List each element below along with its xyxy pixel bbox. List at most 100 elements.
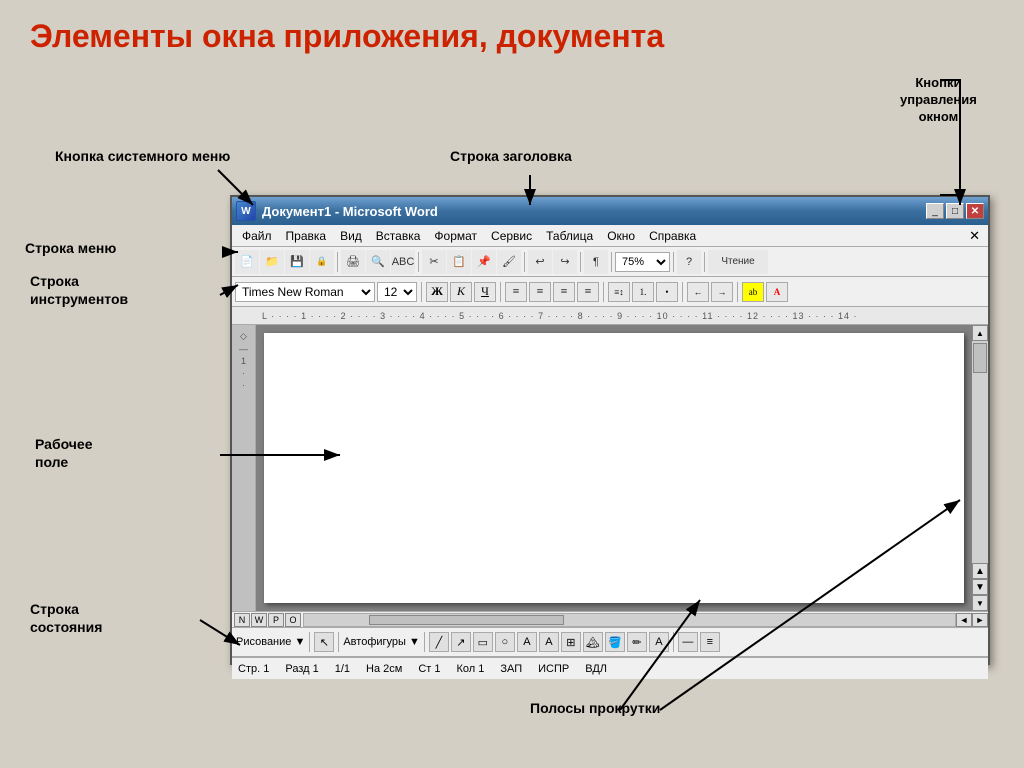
outline-view-btn[interactable]: O: [285, 613, 301, 627]
font-color-button[interactable]: A: [766, 282, 788, 302]
fmt-sep4: [682, 282, 683, 302]
line-tool[interactable]: ╱: [429, 632, 449, 652]
menu-format[interactable]: Формат: [428, 227, 483, 245]
font-color-tool[interactable]: A: [649, 632, 669, 652]
reading-button[interactable]: Чтение: [708, 250, 768, 274]
drawing-menu[interactable]: Рисование ▼: [236, 636, 305, 648]
line-style-tool[interactable]: —: [678, 632, 698, 652]
align-right[interactable]: ≡: [553, 282, 575, 302]
draw-sep1: [309, 632, 310, 652]
status-track: ИСПР: [538, 663, 569, 675]
save-button[interactable]: 💾: [285, 250, 309, 274]
italic-button[interactable]: К: [450, 282, 472, 302]
status-line: Ст 1: [418, 663, 440, 675]
ruler-content: L · · · · 1 · · · · 2 · · · · 3 · · · · …: [262, 307, 972, 324]
underline-button[interactable]: Ч: [474, 282, 496, 302]
cut-button[interactable]: ✂: [422, 250, 446, 274]
pilcrow-button[interactable]: ¶: [584, 250, 608, 274]
scroll-thumb[interactable]: [973, 343, 987, 373]
menu-insert[interactable]: Вставка: [370, 227, 427, 245]
image-tool[interactable]: 🏔: [583, 632, 603, 652]
paste-button[interactable]: 📌: [472, 250, 496, 274]
document-page[interactable]: [264, 333, 964, 603]
zoom-select[interactable]: 75% 100% 150%: [615, 252, 670, 272]
status-col: Кол 1: [456, 663, 484, 675]
diagram-tool[interactable]: ⊞: [561, 632, 581, 652]
align-center[interactable]: ≡: [529, 282, 551, 302]
line-color-tool[interactable]: ✏: [627, 632, 647, 652]
help-button[interactable]: ?: [677, 250, 701, 274]
line-weight-tool[interactable]: ≡: [700, 632, 720, 652]
ruler-num2: ·: [242, 368, 245, 378]
toolbar-sep1: [337, 252, 338, 272]
font-select[interactable]: Times New Roman Arial: [235, 282, 375, 302]
drawing-toolbar: Рисование ▼ ↖ Автофигуры ▼ ╱ ↗ ▭ ○ A A ⊞…: [232, 627, 988, 657]
align-justify[interactable]: ≡: [577, 282, 599, 302]
scroll-page-up[interactable]: ▲: [972, 563, 988, 579]
menu-window[interactable]: Окно: [601, 227, 641, 245]
menu-view[interactable]: Вид: [334, 227, 368, 245]
minimize-button[interactable]: _: [926, 203, 944, 219]
document-scroll-area[interactable]: [256, 325, 972, 611]
redo-button[interactable]: ↪: [553, 250, 577, 274]
ruler-num1: 1: [241, 356, 246, 366]
toolbar-sep6: [673, 252, 674, 272]
menu-help[interactable]: Справка: [643, 227, 702, 245]
h-scroll-thumb[interactable]: [369, 615, 564, 625]
document-area: ◇ — 1 · · ▲ ▲ ▼ ▼: [232, 325, 988, 611]
menu-close-btn[interactable]: ✕: [965, 228, 984, 244]
open-button[interactable]: 📁: [260, 250, 284, 274]
scroll-down-arrow[interactable]: ▼: [972, 595, 988, 611]
print-view-btn[interactable]: P: [268, 613, 284, 627]
menu-edit[interactable]: Правка: [280, 227, 333, 245]
numbering[interactable]: 1.: [632, 282, 654, 302]
arrow-tool[interactable]: ↗: [451, 632, 471, 652]
bold-button[interactable]: Ж: [426, 282, 448, 302]
menu-tools[interactable]: Сервис: [485, 227, 538, 245]
increase-indent[interactable]: →: [711, 282, 733, 302]
label-window-controls: Кнопкиуправленияокном: [900, 75, 977, 126]
select-tool[interactable]: ↖: [314, 632, 334, 652]
bullets[interactable]: •: [656, 282, 678, 302]
font-size-select[interactable]: 12 10 14: [377, 282, 417, 302]
horizontal-scrollbar[interactable]: [303, 613, 956, 627]
scroll-page-down[interactable]: ▼: [972, 579, 988, 595]
ellipse-tool[interactable]: ○: [495, 632, 515, 652]
wordart-tool[interactable]: A: [539, 632, 559, 652]
rect-tool[interactable]: ▭: [473, 632, 493, 652]
view-buttons: N W P O: [232, 613, 303, 627]
toolbar-sep5: [611, 252, 612, 272]
format-painter[interactable]: 🖌: [497, 250, 521, 274]
maximize-button[interactable]: □: [946, 203, 964, 219]
print-button[interactable]: 🖨: [341, 250, 365, 274]
format-toolbar: Times New Roman Arial 12 10 14 Ж К Ч ≡ ≡…: [232, 277, 988, 307]
h-scroll-left[interactable]: ◄: [956, 613, 972, 627]
copy-button[interactable]: 📋: [447, 250, 471, 274]
highlight-button[interactable]: ab: [742, 282, 764, 302]
menu-table[interactable]: Таблица: [540, 227, 599, 245]
fmt-sep1: [421, 282, 422, 302]
undo-button[interactable]: ↩: [528, 250, 552, 274]
page-title: Элементы окна приложения, документа: [30, 18, 664, 55]
preview-button[interactable]: 🔍: [366, 250, 390, 274]
vertical-scrollbar[interactable]: ▲ ▲ ▼ ▼: [972, 325, 988, 611]
menu-file[interactable]: Файл: [236, 227, 278, 245]
status-pages: 1/1: [335, 663, 350, 675]
fill-color-tool[interactable]: 🪣: [605, 632, 625, 652]
align-left[interactable]: ≡: [505, 282, 527, 302]
normal-view-btn[interactable]: N: [234, 613, 250, 627]
line-spacing[interactable]: ≡↕: [608, 282, 630, 302]
label-scrollbars: Полосы прокрутки: [530, 700, 660, 716]
web-view-btn[interactable]: W: [251, 613, 267, 627]
permission-button[interactable]: 🔒: [310, 250, 334, 274]
draw-sep4: [673, 632, 674, 652]
new-button[interactable]: 📄: [235, 250, 259, 274]
decrease-indent[interactable]: ←: [687, 282, 709, 302]
close-button[interactable]: ✕: [966, 203, 984, 219]
textbox-tool[interactable]: A: [517, 632, 537, 652]
spell-button[interactable]: ABC: [391, 250, 415, 274]
h-scroll-right[interactable]: ►: [972, 613, 988, 627]
label-menu-bar: Строка меню: [25, 240, 116, 256]
scroll-up-arrow[interactable]: ▲: [972, 325, 988, 341]
autoshapes-menu[interactable]: Автофигуры ▼: [343, 636, 420, 648]
